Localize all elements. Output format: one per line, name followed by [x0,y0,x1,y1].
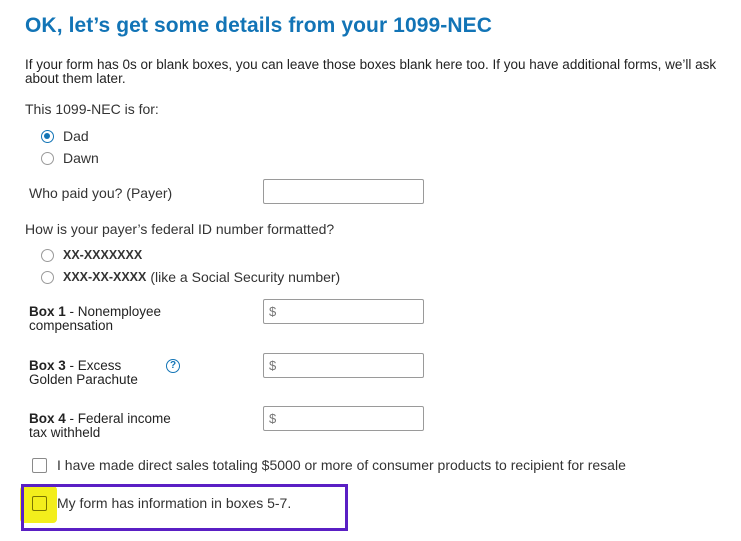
radio-option-dawn[interactable]: Dawn [41,150,99,166]
box-desc-line2: tax withheld [29,425,101,440]
box-desc: - Federal income [65,411,171,426]
id-mask-label: XX-XXXXXXX [63,248,143,262]
direct-sales-checkbox-row[interactable]: I have made direct sales totaling $5000 … [32,457,626,473]
box3-input[interactable] [263,353,424,378]
intro-text: If your form has 0s or blank boxes, you … [25,57,717,86]
box-desc-line2: compensation [29,318,114,333]
radio-label: Dad [63,128,89,144]
id-mask-note: (like a Social Security number) [150,269,341,285]
box-number: Box 3 [29,358,66,373]
boxes57-checkbox-row[interactable]: My form has information in boxes 5-7. [32,495,291,511]
box1-input[interactable] [263,299,424,324]
radio-checked-icon[interactable] [41,129,54,143]
box-desc: - Nonemployee [65,304,162,319]
radio-unchecked-icon[interactable] [41,270,54,284]
box-desc-line2: Golden Parachute [29,372,138,387]
radio-option-ssn[interactable]: XXX-XX-XXXX (like a Social Security numb… [41,269,340,285]
payer-label: Who paid you? (Payer) [29,185,173,201]
boxes57-label: My form has information in boxes 5-7. [57,495,292,511]
direct-sales-label: I have made direct sales totaling $5000 … [57,457,626,473]
radio-option-dad[interactable]: Dad [41,128,89,144]
box-desc: - Excess [65,358,122,373]
checkbox-icon[interactable] [32,457,47,473]
box1-label: Box 1 - Nonemployee compensation [29,305,161,333]
checkbox-icon[interactable] [32,495,47,511]
for-question: This 1099-NEC is for: [25,101,159,117]
box3-label: Box 3 - Excess Golden Parachute [29,359,138,387]
box-number: Box 4 [29,411,66,426]
radio-label: Dawn [63,150,99,166]
radio-option-ein[interactable]: XX-XXXXXXX [41,248,146,262]
id-mask-label: XXX-XX-XXXX [63,270,147,284]
page-title: OK, let’s get some details from your 109… [25,14,493,37]
box-number: Box 1 [29,304,66,319]
box4-label: Box 4 - Federal income tax withheld [29,412,171,440]
payer-input[interactable] [263,179,424,204]
box4-input[interactable] [263,406,424,431]
radio-unchecked-icon[interactable] [41,248,54,262]
id-format-question: How is your payer’s federal ID number fo… [25,221,335,237]
help-icon[interactable]: ? [166,359,180,373]
radio-unchecked-icon[interactable] [41,151,54,165]
